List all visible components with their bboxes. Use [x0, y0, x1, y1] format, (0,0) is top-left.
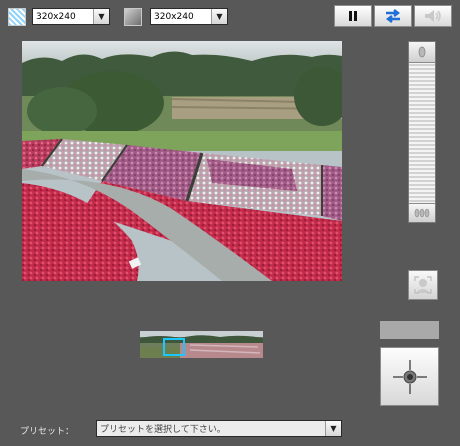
preset-select-placeholder: プリセットを選択して下さい。 — [100, 425, 226, 435]
person-focus-icon — [414, 276, 432, 294]
pause-button[interactable] — [334, 5, 372, 27]
zoom-out-icon — [414, 208, 430, 218]
camera-image — [22, 41, 342, 281]
zoom-out-button[interactable] — [409, 203, 435, 222]
status-bar — [380, 321, 439, 339]
preset-label: プリセット： — [20, 427, 75, 437]
chevron-down-icon[interactable]: ▼ — [211, 9, 227, 24]
auto-focus-button[interactable] — [408, 270, 438, 300]
viewmode-grid-icon[interactable] — [8, 8, 26, 26]
panorama-view-frame[interactable] — [163, 338, 185, 356]
resolution-select-left-value: 320x240 — [36, 11, 76, 22]
camera-view[interactable] — [22, 41, 342, 281]
panorama-image — [140, 331, 263, 358]
zoom-in-button[interactable] — [409, 42, 435, 63]
crosshair-icon — [392, 359, 427, 394]
chevron-down-icon[interactable]: ▼ — [93, 9, 109, 24]
swap-arrows-icon — [386, 9, 400, 23]
viewmode-gray-icon[interactable] — [124, 8, 142, 26]
zoom-slider[interactable] — [408, 41, 436, 223]
refresh-button[interactable] — [374, 5, 412, 27]
zoom-in-icon — [418, 46, 426, 58]
resolution-select-right-value: 320x240 — [154, 11, 194, 22]
chevron-down-icon[interactable]: ▼ — [325, 421, 341, 436]
resolution-select-left[interactable]: 320x240 ▼ — [32, 8, 110, 25]
panorama-thumbnail[interactable] — [140, 331, 263, 358]
preset-select[interactable]: プリセットを選択して下さい。 ▼ — [96, 420, 342, 437]
resolution-select-right[interactable]: 320x240 ▼ — [150, 8, 228, 25]
pan-tilt-pad[interactable] — [380, 347, 439, 406]
audio-button[interactable] — [414, 5, 452, 27]
speaker-icon — [425, 10, 441, 22]
pause-icon — [349, 11, 357, 21]
